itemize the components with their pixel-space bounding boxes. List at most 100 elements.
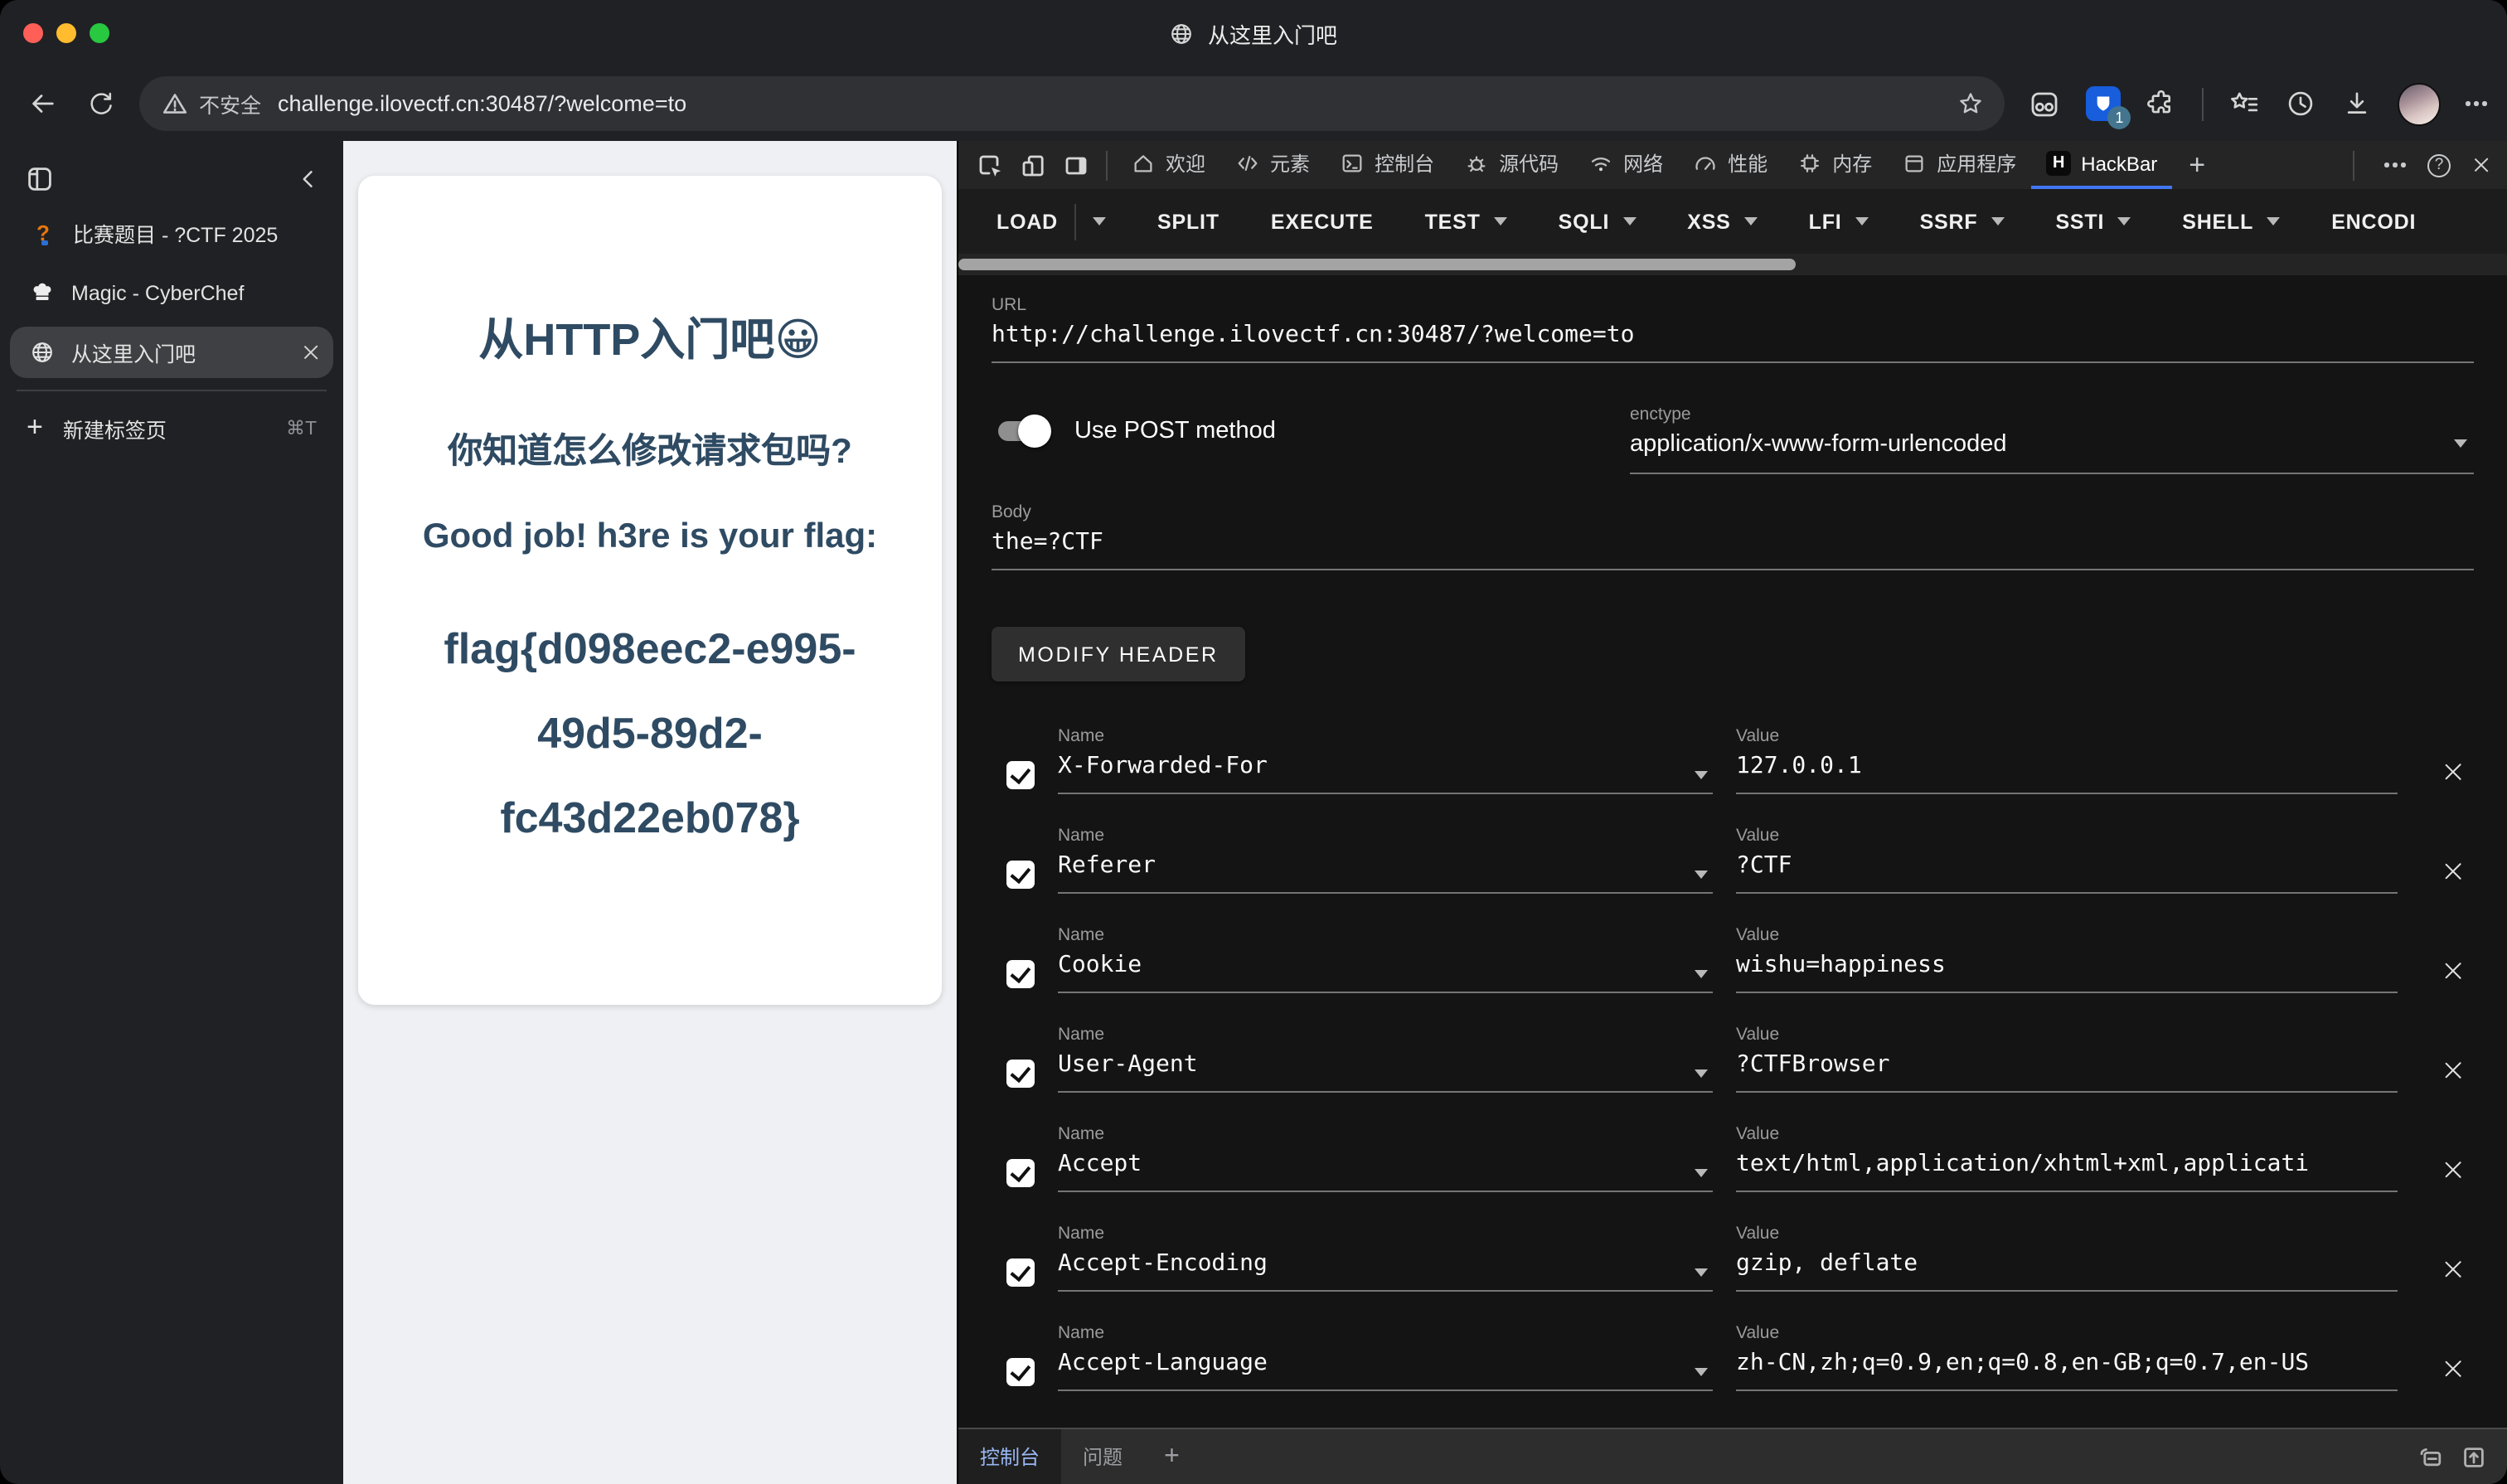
devtools-close-icon[interactable]	[2472, 155, 2490, 175]
hackbar-menu-item[interactable]: EXECUTE	[1271, 210, 1374, 233]
header-name-input[interactable]: Cookie	[1058, 945, 1713, 993]
header-enabled-checkbox[interactable]	[1006, 1060, 1035, 1088]
url-field-input[interactable]: http://challenge.ilovectf.cn:30487/?welc…	[992, 315, 2474, 363]
hackbar-menu-item[interactable]: SQLI	[1559, 210, 1637, 233]
bookmark-star-icon[interactable]	[1957, 90, 1985, 118]
header-value-input[interactable]: 127.0.0.1	[1736, 746, 2398, 794]
password-manager-extension-icon[interactable]: 1	[2086, 86, 2131, 129]
header-enabled-checkbox[interactable]	[1006, 1258, 1035, 1287]
security-label[interactable]: 不安全	[199, 88, 261, 119]
header-value-input[interactable]: ?CTFBrowser	[1736, 1045, 2398, 1093]
devtools-tab[interactable]: 内存	[1782, 141, 1887, 189]
modify-header-button[interactable]: MODIFY HEADER	[992, 627, 1245, 681]
header-value-field[interactable]: Value 127.0.0.1	[1736, 726, 2398, 794]
chevron-down-icon[interactable]	[1695, 871, 1708, 879]
hackbar-menu-item[interactable]: SPLIT	[1157, 210, 1220, 233]
address-bar[interactable]: 不安全 challenge.ilovectf.cn:30487/?welcome…	[139, 76, 2005, 131]
header-name-field[interactable]: Name Accept-Language	[1058, 1323, 1713, 1391]
header-value-field[interactable]: Value zh-CN,zh;q=0.9,en;q=0.8,en-GB;q=0.…	[1736, 1323, 2398, 1391]
header-value-input[interactable]: zh-CN,zh;q=0.9,en;q=0.8,en-GB;q=0.7,en-U…	[1736, 1343, 2398, 1391]
header-value-field[interactable]: Value ?CTFBrowser	[1736, 1025, 2398, 1093]
collapse-sidebar-icon[interactable]	[297, 167, 320, 191]
remove-header-icon[interactable]	[2442, 1159, 2464, 1181]
header-name-field[interactable]: Name Accept-Encoding	[1058, 1224, 1713, 1292]
back-button[interactable]	[20, 82, 63, 125]
header-name-input[interactable]: Accept-Encoding	[1058, 1244, 1713, 1292]
header-enabled-checkbox[interactable]	[1006, 960, 1035, 988]
dock-side-icon[interactable]	[1055, 141, 1098, 189]
hackbar-menu-item[interactable]: LFI	[1809, 210, 1869, 233]
remove-header-icon[interactable]	[2442, 1258, 2464, 1280]
devtools-tab[interactable]: 源代码	[1449, 141, 1574, 189]
header-value-field[interactable]: Value wishu=happiness	[1736, 925, 2398, 993]
chevron-down-icon[interactable]	[1695, 771, 1708, 779]
devtools-tab[interactable]: 元素	[1220, 141, 1325, 189]
body-field-input[interactable]: the=?CTF	[992, 522, 2474, 570]
new-tab-button[interactable]: + 新建标签页 ⌘T	[10, 403, 333, 453]
hackbar-menu-item[interactable]: TEST	[1425, 210, 1507, 233]
header-name-field[interactable]: Name User-Agent	[1058, 1025, 1713, 1093]
header-value-input[interactable]: gzip, deflate	[1736, 1244, 2398, 1292]
header-enabled-checkbox[interactable]	[1006, 861, 1035, 889]
sidebar-tab[interactable]: Magic - CyberChef	[10, 267, 333, 318]
header-name-input[interactable]: Accept	[1058, 1144, 1713, 1192]
profile-avatar[interactable]	[2398, 82, 2442, 125]
post-method-toggle[interactable]	[995, 415, 1051, 448]
not-secure-warning-icon[interactable]	[162, 91, 187, 116]
devtools-menu-icon[interactable]	[2384, 162, 2406, 167]
sidebar-tab[interactable]: 从这里入门吧	[10, 327, 333, 378]
header-name-input[interactable]: Referer	[1058, 846, 1713, 894]
devtools-tab[interactable]: 网络	[1574, 141, 1678, 189]
header-value-input[interactable]: text/html,application/xhtml+xml,applicat…	[1736, 1144, 2398, 1192]
header-name-input[interactable]: User-Agent	[1058, 1045, 1713, 1093]
header-enabled-checkbox[interactable]	[1006, 1159, 1035, 1187]
chevron-down-icon[interactable]	[1093, 217, 1107, 226]
drawer-tab[interactable]: 问题	[1061, 1429, 1144, 1484]
devtools-tab[interactable]: 性能	[1678, 141, 1782, 189]
devtools-tab[interactable]: 欢迎	[1116, 141, 1220, 189]
header-name-field[interactable]: Name Referer	[1058, 826, 1713, 894]
zoom-window-button[interactable]	[90, 23, 109, 43]
devtools-help-icon[interactable]: ?	[2427, 153, 2451, 177]
hackbar-menu-item[interactable]: SSRF	[1920, 210, 2005, 233]
hackbar-menu-item[interactable]: SSTI	[2055, 210, 2131, 233]
header-value-field[interactable]: Value text/html,application/xhtml+xml,ap…	[1736, 1124, 2398, 1192]
remove-header-icon[interactable]	[2442, 761, 2464, 783]
close-window-button[interactable]	[23, 23, 43, 43]
header-name-field[interactable]: Name Accept	[1058, 1124, 1713, 1192]
bookmarks-list-icon[interactable]	[2228, 88, 2260, 119]
header-name-field[interactable]: Name Cookie	[1058, 925, 1713, 993]
chevron-down-icon[interactable]	[1695, 970, 1708, 978]
hackbar-menu-item[interactable]: XSS	[1687, 210, 1758, 233]
toggle-sidebar-icon[interactable]	[25, 164, 55, 194]
header-value-input[interactable]: wishu=happiness	[1736, 945, 2398, 993]
devtools-tab[interactable]: H HackBar	[2031, 141, 2173, 189]
close-tab-icon[interactable]	[302, 343, 320, 361]
chevron-down-icon[interactable]	[1695, 1069, 1708, 1078]
remove-header-icon[interactable]	[2442, 1358, 2464, 1380]
remove-header-icon[interactable]	[2442, 1060, 2464, 1081]
drawer-tab[interactable]: 控制台	[958, 1429, 1062, 1484]
header-enabled-checkbox[interactable]	[1006, 1358, 1035, 1386]
minimize-window-button[interactable]	[56, 23, 76, 43]
open-panel-icon[interactable]	[2461, 1443, 2487, 1470]
drawer-add-tab-icon[interactable]: +	[1144, 1442, 1200, 1472]
toast-notification-icon[interactable]	[2417, 1443, 2444, 1470]
sidebar-tab[interactable]: ? 比赛题目 - ?CTF 2025	[10, 207, 333, 259]
header-enabled-checkbox[interactable]	[1006, 761, 1035, 789]
chevron-down-icon[interactable]	[1695, 1268, 1708, 1277]
horizontal-scrollbar[interactable]	[958, 254, 2507, 275]
header-value-field[interactable]: Value ?CTF	[1736, 826, 2398, 894]
enctype-select[interactable]: application/x-www-form-urlencoded	[1630, 424, 2474, 474]
header-value-input[interactable]: ?CTF	[1736, 846, 2398, 894]
chevron-down-icon[interactable]	[1695, 1368, 1708, 1376]
hackbar-menu-item[interactable]: LOAD	[996, 203, 1107, 240]
history-icon[interactable]	[2285, 88, 2316, 119]
inspect-element-icon[interactable]	[968, 141, 1011, 189]
extensions-puzzle-icon[interactable]	[2146, 88, 2177, 119]
url-text[interactable]: challenge.ilovectf.cn:30487/?welcome=to	[278, 91, 1957, 116]
devtools-tab[interactable]: 控制台	[1325, 141, 1449, 189]
remove-header-icon[interactable]	[2442, 960, 2464, 982]
chevron-down-icon[interactable]	[1695, 1169, 1708, 1177]
header-name-field[interactable]: Name X-Forwarded-For	[1058, 726, 1713, 794]
